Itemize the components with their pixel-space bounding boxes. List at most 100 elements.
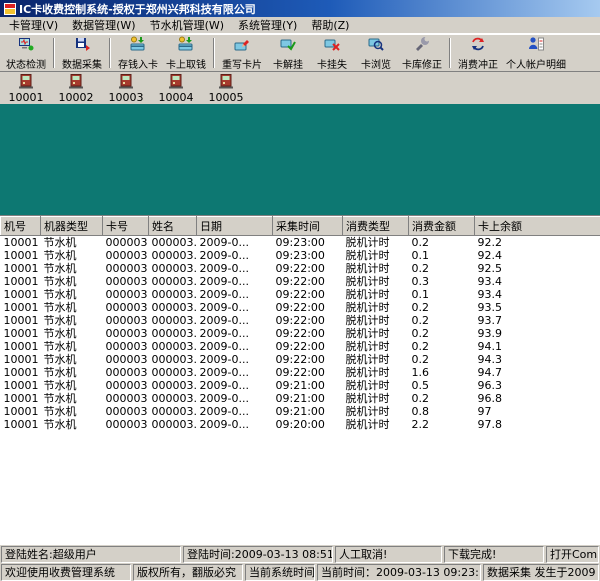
table-row[interactable]: 10001节水机000003000003...2009-0...09:20:00… [1, 418, 600, 431]
machine-item-10004[interactable]: 10004 [158, 74, 194, 104]
table-cell: 93.4 [475, 275, 600, 288]
table-cell: 94.3 [475, 353, 600, 366]
table-cell: 09:22:00 [273, 340, 343, 353]
table-cell: 93.7 [475, 314, 600, 327]
menu-item-card-management[interactable]: 卡管理(V) [2, 16, 65, 34]
table-cell: 000003... [149, 327, 197, 340]
table-cell: 0.2 [409, 314, 475, 327]
table-cell: 节水机 [41, 327, 103, 340]
column-header-machine-type[interactable]: 机器类型 [41, 217, 103, 236]
machine-id: 10003 [109, 92, 144, 104]
menu-item-machine-management[interactable]: 节水机管理(W) [143, 16, 231, 34]
column-header-collect-time[interactable]: 采集时间 [273, 217, 343, 236]
table-cell: 2009-0... [197, 340, 273, 353]
table-cell: 09:22:00 [273, 327, 343, 340]
table-cell: 脱机计时 [343, 288, 409, 301]
status-welcome: 欢迎使用收费管理系统 [1, 564, 131, 581]
toolbar-button-account-detail[interactable]: 个人帐户明细 [502, 36, 570, 71]
table-cell: 000003... [149, 379, 197, 392]
table-row[interactable]: 10001节水机000003000003...2009-0...09:22:00… [1, 314, 600, 327]
toolbar-button-card-unfreeze[interactable]: 卡解挂 [266, 36, 310, 71]
machine-icon [168, 74, 184, 92]
table-row[interactable]: 10001节水机000003000003...2009-0...09:23:00… [1, 249, 600, 262]
menu-item-help[interactable]: 帮助(Z) [304, 16, 356, 34]
toolbar: 状态检测 数据采集 存钱入卡 卡上取钱 重写卡片 卡解挂 卡挂失 [0, 34, 600, 72]
table-cell: 节水机 [41, 314, 103, 327]
table-row[interactable]: 10001节水机000003000003...2009-0...09:22:00… [1, 275, 600, 288]
menu-item-data-management[interactable]: 数据管理(W) [65, 16, 142, 34]
table-row[interactable]: 10001节水机000003000003...2009-0...09:22:00… [1, 288, 600, 301]
table-cell: 0.1 [409, 249, 475, 262]
toolbar-button-card-loss[interactable]: 卡挂失 [310, 36, 354, 71]
machine-item-10005[interactable]: 10005 [208, 74, 244, 104]
table-cell: 09:22:00 [273, 288, 343, 301]
table-cell: 000003 [103, 366, 149, 379]
table-cell: 000003... [149, 418, 197, 431]
data-collect-icon [74, 36, 90, 55]
column-header-date[interactable]: 日期 [197, 217, 273, 236]
table-row[interactable]: 10001节水机000003000003...2009-0...09:21:00… [1, 392, 600, 405]
toolbar-button-rewrite-card[interactable]: 重写卡片 [218, 36, 266, 71]
toolbar-separator [53, 38, 55, 68]
toolbar-button-card-browse[interactable]: 卡浏览 [354, 36, 398, 71]
table-cell: 09:22:00 [273, 262, 343, 275]
table-row[interactable]: 10001节水机000003000003...2009-0...09:23:00… [1, 236, 600, 250]
machine-icon [118, 74, 134, 92]
status-com-port: 打开Com3失 [546, 546, 599, 563]
table-cell: 10001 [1, 353, 41, 366]
toolbar-button-data-collect[interactable]: 数据采集 [58, 36, 106, 71]
table-cell: 2009-0... [197, 236, 273, 250]
table-cell: 10001 [1, 236, 41, 250]
table-row[interactable]: 10001节水机000003000003...2009-0...09:21:00… [1, 379, 600, 392]
toolbar-button-reversal[interactable]: 消费冲正 [454, 36, 502, 71]
table-row[interactable]: 10001节水机000003000003...2009-0...09:22:00… [1, 262, 600, 275]
table-cell: 97.8 [475, 418, 600, 431]
toolbar-button-status-check[interactable]: 状态检测 [2, 36, 50, 71]
table-cell: 000003 [103, 340, 149, 353]
card-browse-icon [368, 36, 384, 55]
table-cell: 脱机计时 [343, 301, 409, 314]
toolbar-button-label: 消费冲正 [458, 56, 498, 71]
table-row[interactable]: 10001节水机000003000003...2009-0...09:21:00… [1, 405, 600, 418]
app-window: IC卡收费控制系统-授权于郑州兴邦科技有限公司 卡管理(V) 数据管理(W) 节… [0, 0, 600, 581]
column-header-consume-amount[interactable]: 消费金额 [409, 217, 475, 236]
column-header-card-balance[interactable]: 卡上余额 [475, 217, 600, 236]
table-cell: 000003... [149, 353, 197, 366]
toolbar-button-deposit[interactable]: 存钱入卡 [114, 36, 162, 71]
machine-id: 10004 [159, 92, 194, 104]
table-cell: 0.2 [409, 262, 475, 275]
column-header-name[interactable]: 姓名 [149, 217, 197, 236]
table-cell: 000003 [103, 288, 149, 301]
table-cell: 0.3 [409, 275, 475, 288]
table-cell: 10001 [1, 288, 41, 301]
table-cell: 节水机 [41, 366, 103, 379]
column-header-consume-type[interactable]: 消费类型 [343, 217, 409, 236]
table-cell: 000003... [149, 288, 197, 301]
toolbar-button-card-fix[interactable]: 卡库修正 [398, 36, 446, 71]
table-cell: 脱机计时 [343, 236, 409, 250]
table-row[interactable]: 10001节水机000003000003...2009-0...09:22:00… [1, 327, 600, 340]
toolbar-button-withdraw[interactable]: 卡上取钱 [162, 36, 210, 71]
column-header-card-no[interactable]: 卡号 [103, 217, 149, 236]
table-cell: 09:23:00 [273, 249, 343, 262]
table-cell: 000003 [103, 405, 149, 418]
machine-item-10003[interactable]: 10003 [108, 74, 144, 104]
table-row[interactable]: 10001节水机000003000003...2009-0...09:22:00… [1, 353, 600, 366]
table-cell: 96.3 [475, 379, 600, 392]
table-row[interactable]: 10001节水机000003000003...2009-0...09:22:00… [1, 301, 600, 314]
machine-item-10001[interactable]: 10001 [8, 74, 44, 104]
statusbar-row2: 欢迎使用收费管理系统 版权所有，翻版必究 当前系统时间 当前时间：2009-03… [0, 563, 600, 581]
table-cell: 09:20:00 [273, 418, 343, 431]
table-cell: 脱机计时 [343, 314, 409, 327]
table-cell: 000003 [103, 379, 149, 392]
menu-item-system-management[interactable]: 系统管理(Y) [231, 16, 304, 34]
table-cell: 000003 [103, 236, 149, 250]
table-cell: 0.8 [409, 405, 475, 418]
table-row[interactable]: 10001节水机000003000003...2009-0...09:22:00… [1, 366, 600, 379]
status-data-collect-event: 数据采集 发生于2009 [483, 564, 599, 581]
table-cell: 93.9 [475, 327, 600, 340]
table-cell: 000003 [103, 327, 149, 340]
column-header-machine-id[interactable]: 机号 [1, 217, 41, 236]
machine-item-10002[interactable]: 10002 [58, 74, 94, 104]
table-row[interactable]: 10001节水机000003000003...2009-0...09:22:00… [1, 340, 600, 353]
